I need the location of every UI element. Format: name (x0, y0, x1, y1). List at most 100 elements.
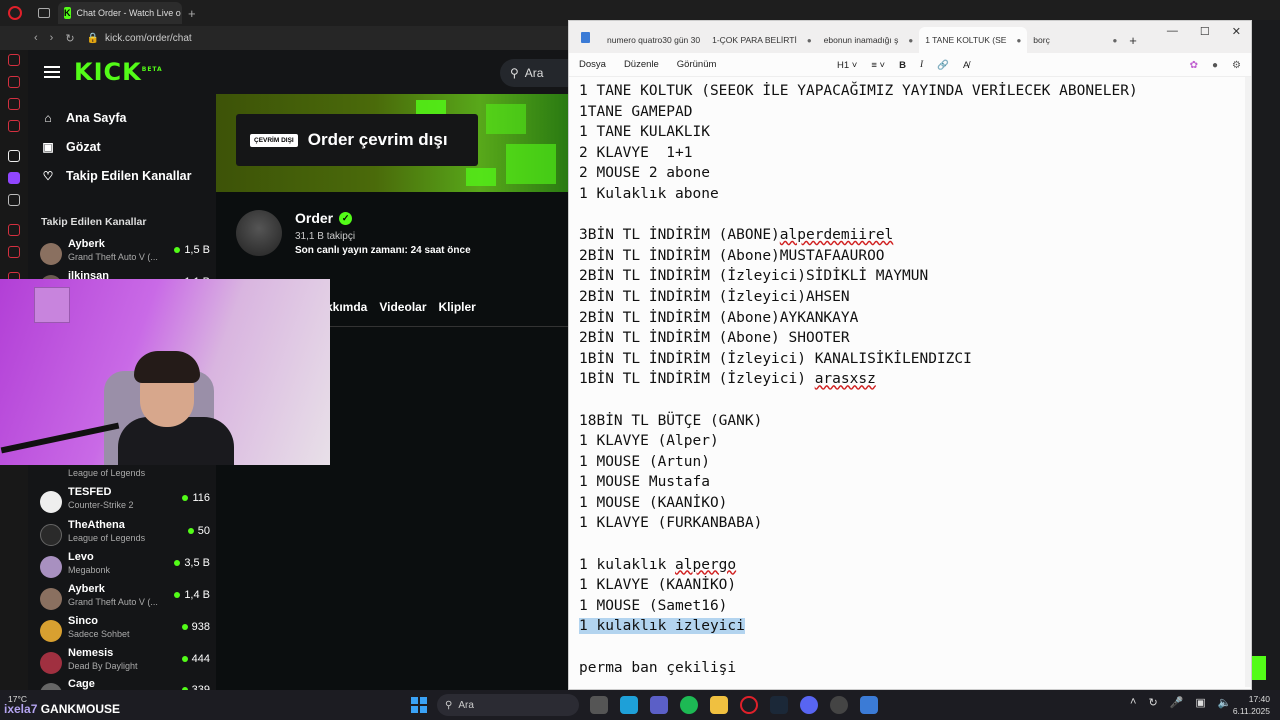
menu-icon[interactable] (44, 66, 60, 78)
rail-icon-4[interactable] (8, 120, 20, 132)
new-tab-button[interactable]: + (188, 6, 196, 21)
background-green-button (1252, 656, 1266, 680)
notepad-tab[interactable]: ebonun inamadığı ş ● (818, 27, 920, 53)
link-icon[interactable]: 🔗 (937, 60, 949, 71)
channel-item[interactable]: Levo Megabonk 3,5 B (40, 551, 212, 583)
menu-file[interactable]: Dosya (579, 59, 606, 70)
heading-select-value: H1 (837, 59, 850, 71)
notepad-tab[interactable]: numero quatro30 gün 30 (601, 27, 706, 53)
opera-icon[interactable] (740, 696, 758, 714)
copilot-icon[interactable]: ✿ (1190, 60, 1198, 71)
display-icon[interactable]: ▣ (1195, 696, 1205, 709)
x-icon[interactable] (8, 194, 20, 206)
webcam-overlay (0, 279, 330, 465)
rail-icon-2[interactable] (8, 76, 20, 88)
back-arrow-icon[interactable]: ‹ (34, 32, 38, 44)
background-window-edge (1252, 20, 1280, 690)
notepad-tab[interactable]: 1-ÇOK PARA BELİRTİ ● (706, 27, 818, 53)
channel-item[interactable]: TESFED Counter-Strike 2 116 (40, 486, 212, 518)
channel-name: Cage (68, 678, 95, 690)
close-icon[interactable]: ✕ (1232, 25, 1241, 38)
menu-edit[interactable]: Düzenle (624, 59, 659, 70)
volume-icon[interactable]: 🔈 (1218, 696, 1232, 709)
rail-icon-5[interactable] (8, 224, 20, 236)
nav-browse[interactable]: ▣ Gözat (28, 132, 216, 161)
notepad-line: 1 TANE KULAKLIK (579, 124, 710, 141)
notepad-editor[interactable]: 1 TANE KOLTUK (SEEOK İLE YAPACAĞIMIZ YAY… (579, 81, 1239, 687)
obs-icon[interactable] (830, 696, 848, 714)
rail-icon-3[interactable] (8, 98, 20, 110)
clock[interactable]: 17:40 6.11.2025 (1233, 693, 1270, 717)
chevron-up-icon[interactable]: ˄ (1130, 696, 1136, 709)
file-explorer-icon[interactable] (710, 696, 728, 714)
task-view-icon[interactable] (590, 696, 608, 714)
channel-item[interactable]: Ayberk Grand Theft Auto V (... 1,5 B (40, 238, 212, 270)
notepad-scrollbar[interactable] (1245, 77, 1251, 687)
twitch-icon[interactable] (8, 172, 20, 184)
reload-icon[interactable]: ↻ (65, 32, 74, 45)
menu-view[interactable]: Görünüm (677, 59, 717, 70)
notepad-line: 1BİN TL İNDİRİM (İzleyici) KANALISİKİLEN… (579, 350, 972, 367)
browser-tab-active[interactable]: K Chat Order - Watch Live o (58, 2, 182, 24)
sync-icon[interactable]: ↻ (1148, 696, 1157, 709)
discord-icon[interactable] (800, 696, 818, 714)
channel-item[interactable]: Cage 339 (40, 678, 212, 690)
bold-icon[interactable]: B (899, 60, 906, 71)
opera-logo-icon[interactable] (8, 6, 22, 20)
mic-icon[interactable]: 🎤 (1170, 696, 1184, 709)
nav-following[interactable]: ♡ Takip Edilen Kanallar (28, 161, 216, 190)
steam-icon[interactable] (770, 696, 788, 714)
maximize-icon[interactable]: ☐ (1200, 25, 1210, 38)
rail-icon-1[interactable] (8, 54, 20, 66)
nav-browse-label: Gözat (66, 139, 101, 154)
channel-item[interactable]: Ayberk Grand Theft Auto V (... 1,4 B (40, 583, 212, 615)
notepad-tab-active[interactable]: 1 TANE KOLTUK (SE ● (919, 27, 1028, 53)
channel-item[interactable]: Sinco Sadece Sohbet 938 (40, 615, 212, 647)
unsaved-dot-icon: ● (1016, 35, 1022, 45)
channel-name: Ayberk (68, 238, 105, 250)
tab-tools (38, 8, 50, 18)
notepad-line: 1 KLAVYE (FURKANBABA) (579, 515, 763, 532)
followed-channels-title: Takip Edilen Kanallar (41, 216, 147, 228)
clear-format-icon[interactable]: A̸ (963, 60, 969, 71)
notepad-line: 1 KLAVYE (Alper) (579, 433, 719, 450)
forward-arrow-icon[interactable]: › (50, 32, 54, 44)
kick-logo[interactable]: KICKBETA (74, 58, 163, 86)
rail-icon-6[interactable] (8, 246, 20, 258)
live-dot-icon (174, 592, 181, 598)
account-icon[interactable]: ● (1212, 60, 1218, 71)
viewer-count-value: 3,5 B (184, 557, 210, 569)
notepad-line: perma ban çekilişi (579, 659, 737, 676)
tab-videos[interactable]: Videolar (379, 300, 426, 314)
notepad-tab[interactable]: borç ● (1027, 27, 1123, 53)
rail-icon-kick[interactable] (8, 150, 20, 162)
new-tab-button[interactable]: + (1123, 27, 1143, 53)
windows-start-icon[interactable] (411, 697, 427, 713)
tab-about[interactable]: kkımda (326, 300, 367, 314)
minimize-icon[interactable]: — (1167, 25, 1178, 38)
spotify-icon[interactable] (680, 696, 698, 714)
heading-select[interactable]: H1 ˅ (837, 60, 857, 71)
avatar (40, 620, 62, 642)
channel-item[interactable]: Nemesis Dead By Daylight 444 (40, 647, 212, 679)
notepad-app-icon (581, 32, 590, 43)
settings-gear-icon[interactable]: ⚙ (1232, 60, 1241, 71)
avatar[interactable] (236, 210, 282, 256)
channel-item[interactable]: TheAthena League of Legends 50 (40, 519, 212, 551)
notepad-taskbar-icon[interactable] (860, 696, 878, 714)
list-icon[interactable]: ≡ ˅ (871, 60, 885, 71)
notepad-line: 2BİN TL İNDİRİM (Abone)AYKANKAYA (579, 309, 859, 326)
url-field[interactable]: 🔒 kick.com/order/chat (87, 33, 192, 44)
nav-home[interactable]: ⌂ Ana Sayfa (28, 103, 216, 132)
edge-icon[interactable] (620, 696, 638, 714)
selected-text: 1 kulaklık izleyici (579, 618, 745, 635)
offline-card: ÇEVRİM DIŞI Order çevrim dışı (236, 114, 478, 166)
teams-icon[interactable] (650, 696, 668, 714)
notepad-line: 1 MOUSE (KAANİKO) (579, 494, 728, 511)
taskbar-search[interactable]: ⚲ Ara (437, 694, 579, 716)
italic-icon[interactable]: I (920, 60, 923, 70)
viewer-count-value: 1,5 B (184, 244, 210, 256)
tab-island-icon[interactable] (38, 8, 50, 18)
tab-clips[interactable]: Klipler (439, 300, 476, 314)
live-dot-icon (174, 560, 181, 566)
